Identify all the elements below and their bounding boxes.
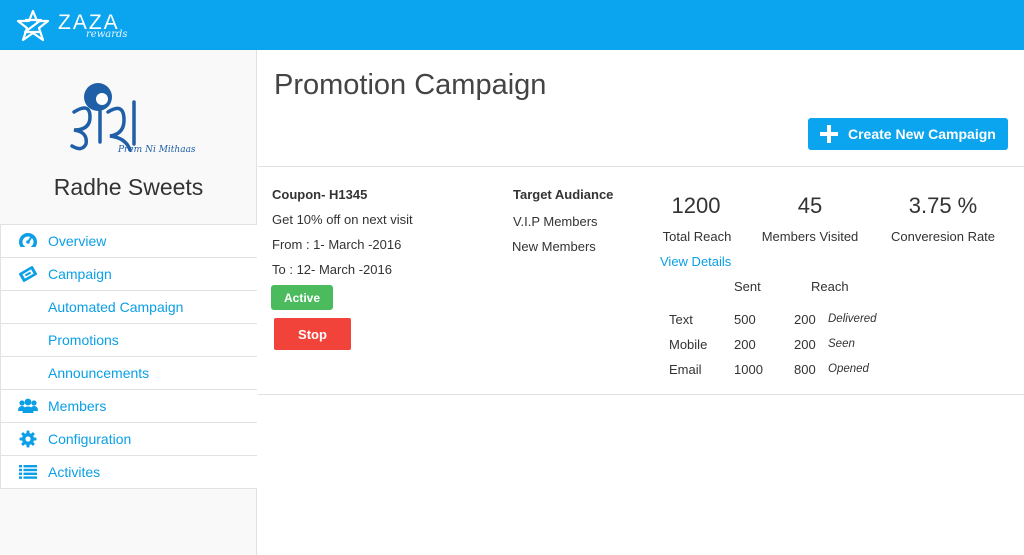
- channel-sent: 500: [734, 312, 756, 327]
- view-details-link[interactable]: View Details: [660, 254, 731, 269]
- channel-reach: 200: [794, 337, 816, 352]
- stat-conversion-rate-value: 3.75 %: [908, 193, 978, 218]
- store-logo: Prem Ni Mithaas: [60, 72, 200, 162]
- coupon-from-date: From : 1- March -2016: [272, 237, 402, 252]
- sidebar-item-label: Campaign: [48, 266, 112, 282]
- sidebar-item-announcements[interactable]: Announcements: [0, 357, 257, 390]
- sidebar-item-label: Members: [48, 398, 107, 414]
- gear-icon: [17, 430, 39, 448]
- sidebar-nav: Overview Campaign Automated Campaign Pro…: [0, 224, 257, 489]
- create-campaign-label: Create New Campaign: [848, 126, 996, 142]
- channel-name: Mobile: [669, 337, 708, 352]
- zaza-logo-icon: [16, 9, 50, 42]
- radhe-logo-icon: Prem Ni Mithaas: [70, 83, 196, 155]
- stat-members-visited-label: Members Visited: [761, 229, 859, 244]
- stat-conversion-rate-label: Converesion Rate: [890, 229, 996, 244]
- main-content: Promotion Campaign Create New Campaign C…: [258, 50, 1024, 555]
- store-name: Radhe Sweets: [53, 174, 204, 200]
- sidebar-item-label: Configuration: [48, 431, 132, 447]
- target-audience-item: New Members: [512, 239, 596, 254]
- stop-button[interactable]: Stop: [274, 318, 351, 350]
- list-icon: [17, 463, 39, 481]
- channel-sent: 200: [734, 337, 756, 352]
- sidebar-item-campaign[interactable]: Campaign: [0, 258, 257, 291]
- page-title: Promotion Campaign: [274, 69, 547, 101]
- target-audience-item: V.I.P Members: [513, 214, 598, 229]
- top-bar: ZAZA rewards: [0, 0, 1024, 50]
- sidebar-item-automated-campaign[interactable]: Automated Campaign: [0, 291, 257, 324]
- sidebar-item-configuration[interactable]: Configuration: [0, 423, 257, 456]
- channel-reach: 800: [794, 362, 816, 377]
- sidebar-item-overview[interactable]: Overview: [0, 225, 257, 258]
- coupon-code: Coupon- H1345: [272, 187, 368, 202]
- create-campaign-button[interactable]: Create New Campaign: [808, 118, 1008, 150]
- brand-tagline: rewards: [86, 29, 128, 40]
- status-badge: Active: [271, 285, 333, 310]
- campaign-card: Coupon- H1345 Get 10% off on next visit …: [258, 166, 1024, 395]
- column-header-sent: Sent: [734, 279, 761, 294]
- sidebar-item-activites[interactable]: Activites: [0, 456, 257, 489]
- sidebar: Prem Ni Mithaas Radhe Sweets Overview Ca…: [0, 50, 257, 555]
- coupon-to-date: To : 12- March -2016: [272, 262, 392, 277]
- ticket-icon: [17, 265, 39, 283]
- channel-reach: 200: [794, 312, 816, 327]
- stat-total-reach-value: 1200: [671, 193, 721, 218]
- sidebar-item-promotions[interactable]: Promotions: [0, 324, 257, 357]
- sidebar-item-label: Overview: [48, 233, 107, 249]
- svg-text:Prem Ni Mithaas: Prem Ni Mithaas: [117, 145, 196, 155]
- sidebar-item-label: Activites: [48, 464, 101, 480]
- sidebar-item-label: Announcements: [48, 365, 150, 381]
- channel-status: Opened: [828, 363, 869, 375]
- sidebar-item-label: Automated Campaign: [48, 299, 184, 315]
- channel-status: Delivered: [828, 313, 877, 325]
- channel-name: Text: [669, 312, 693, 327]
- stat-total-reach-label: Total Reach: [662, 229, 732, 244]
- channel-sent: 1000: [734, 362, 763, 377]
- sidebar-item-members[interactable]: Members: [0, 390, 257, 423]
- channel-status: Seen: [828, 338, 855, 350]
- users-icon: [17, 397, 39, 415]
- dashboard-icon: [17, 232, 39, 250]
- channel-name: Email: [669, 362, 702, 377]
- column-header-reach: Reach: [811, 279, 849, 294]
- stat-members-visited-value: 45: [797, 193, 823, 218]
- coupon-offer: Get 10% off on next visit: [272, 212, 413, 227]
- plus-icon: [820, 125, 838, 143]
- target-audience-title: Target Audiance: [513, 187, 614, 202]
- brand-logo[interactable]: ZAZA rewards: [16, 8, 128, 44]
- sidebar-item-label: Promotions: [48, 332, 119, 348]
